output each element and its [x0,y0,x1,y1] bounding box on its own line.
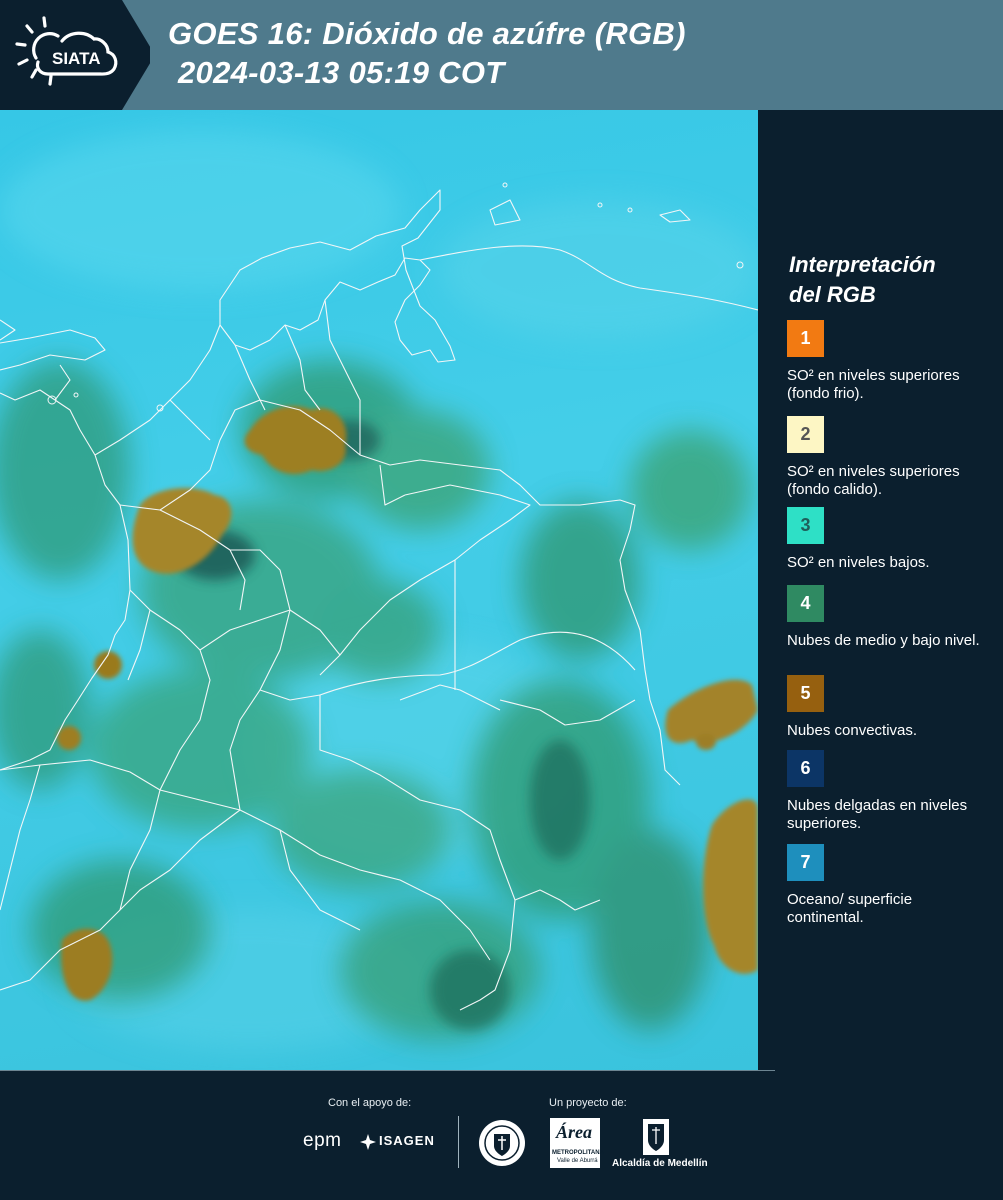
alcaldia-crest-icon [643,1119,669,1155]
timestamp: 2024-03-13 05:19 COT [178,55,505,90]
legend-item: 6 Nubes delgadas en niveles superiores. [787,750,992,833]
medellin-seal-icon [479,1120,525,1166]
legend-label: SO² en niveles bajos. [787,554,930,571]
legend-swatch: 7 [787,844,824,881]
legend-swatch: 1 [787,320,824,357]
sponsor-metro-sub1: METROPOLITANA [552,1150,604,1156]
legend-swatch: 2 [787,416,824,453]
siata-logo-text: SIATA [52,49,100,68]
legend-label: Nubes delgadas en niveles superiores. [787,797,968,832]
sponsor-metro-sub2: Valle de Aburrá [557,1158,598,1164]
sponsor-isagen-logo: ISAGEN [379,1133,435,1148]
satellite-imagery [0,130,758,1050]
legend-item: 3 SO² en niveles bajos. [787,507,992,572]
satellite-map[interactable] [0,110,758,1070]
sponsor-epm-logo: epm [303,1130,342,1151]
legend-item: 1 SO² en niveles superiores (fondo frio). [787,320,992,403]
footer: Con el apoyo de: Un proyecto de: epm ISA… [0,1070,1003,1200]
legend-label: SO² en niveles superiores (fondo frio). [787,367,960,402]
legend-label: SO² en niveles superiores (fondo calido)… [787,463,960,498]
legend-item: 4 Nubes de medio y bajo nivel. [787,585,992,650]
legend-swatch: 4 [787,585,824,622]
sponsor-alcaldia: Alcaldía de Medellín [612,1158,708,1169]
footer-divider-line [0,1070,775,1071]
legend-label: Nubes de medio y bajo nivel. [787,632,980,649]
project-label: Un proyecto de: [549,1097,627,1109]
sponsor-metro-title: Área [556,1122,592,1142]
legend-item: 5 Nubes convectivas. [787,675,992,740]
legend-swatch: 6 [787,750,824,787]
legend-item: 2 SO² en niveles superiores (fondo calido… [787,416,992,499]
isagen-star-icon [360,1134,376,1150]
header: SIATA GOES 16: Dióxido de azúfre (RGB) 2… [0,0,1003,110]
legend-swatch: 3 [787,507,824,544]
page-title: GOES 16: Dióxido de azúfre (RGB) [168,16,686,51]
legend-title-line1: Interpretación [789,252,936,277]
legend-title-line2: del RGB [789,282,876,307]
siata-sun-cloud-icon: SIATA [15,16,118,86]
footer-vertical-divider [458,1116,459,1168]
legend-label: Oceano/ superficie continental. [787,891,913,926]
legend-title: Interpretación del RGB [789,250,989,310]
legend-item: 7 Oceano/ superficie continental. [787,844,992,927]
legend-swatch: 5 [787,675,824,712]
legend-label: Nubes convectivas. [787,722,918,739]
legend-panel: Interpretación del RGB 1 SO² en niveles s… [758,110,1003,1070]
support-label: Con el apoyo de: [328,1097,412,1109]
